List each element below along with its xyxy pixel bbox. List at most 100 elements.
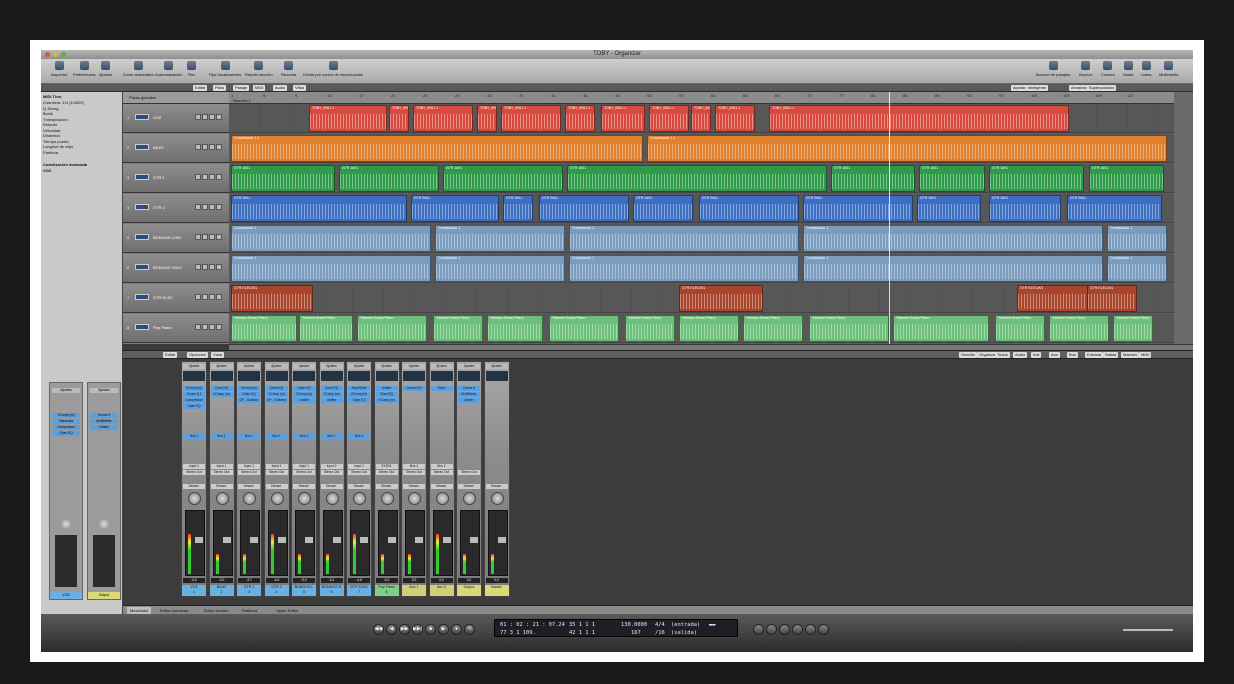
track-header-pop-piano[interactable]: 8 Pop Piano (123, 314, 229, 343)
fader-cap[interactable] (497, 537, 506, 543)
input-slot[interactable]: Input 1 (210, 464, 233, 469)
input-button[interactable] (216, 204, 222, 210)
toolbar-button[interactable]: Repetir sección (245, 61, 273, 77)
mixer-menu[interactable]: Editar (163, 352, 178, 358)
input-slot[interactable]: Input 1 (265, 464, 288, 469)
region[interactable]: GTR 2#01 (699, 195, 799, 222)
region[interactable]: Compilación 1 (435, 225, 565, 252)
solo-button[interactable] (202, 264, 208, 270)
plugin-slot[interactable]: Ozone 5.1 (183, 392, 205, 397)
region[interactable]: Yamaha Grand Piano (487, 315, 543, 342)
mute-button[interactable] (195, 144, 201, 150)
solo-button[interactable] (202, 144, 208, 150)
plugin-slot[interactable]: Compressor (183, 398, 205, 403)
eq-thumbnail[interactable] (265, 371, 288, 381)
metronome-icon[interactable] (766, 624, 777, 635)
setting-button[interactable]: Ajustes (210, 364, 233, 369)
input-slot[interactable]: Input 2 (320, 464, 343, 469)
toolbar-button[interactable]: Fijar localizadores (209, 61, 241, 77)
region[interactable]: Yamaha Grand Piano (549, 315, 619, 342)
plugin-slot[interactable]: GP - Guitarra (265, 398, 288, 403)
lcd-display[interactable]: 01 : 02 : 21 : 07.24 77 3 1 109. 35 1 1 … (494, 619, 738, 637)
plugin-slot[interactable]: Limiter (320, 398, 343, 403)
tab-3[interactable]: Partitura (239, 607, 260, 614)
plugin-slot[interactable]: Chan EQ (293, 386, 315, 391)
region[interactable]: GTR 2#01 (231, 195, 407, 222)
toolbar-button[interactable]: Colores (1101, 61, 1115, 77)
track-lane[interactable]: GTR 2#01 GTR 2#01 GTR 2#01 GTR 2#01 GTR 2#01… (229, 194, 1174, 223)
input-button[interactable] (216, 294, 222, 300)
replace-icon[interactable] (792, 624, 803, 635)
region[interactable]: TOBY_0001.1 (649, 105, 689, 132)
track-name[interactable]: BONGOS HIGH (153, 265, 182, 270)
track-header-gtr-2[interactable]: 4 GTR 2 (123, 194, 229, 223)
toolbar-button[interactable]: Bounce (1079, 61, 1093, 77)
track-lane[interactable]: TOBY_0001.1 TOBY_0001.1 TOBY_0001.1 TOBY_00… (229, 104, 1174, 133)
automation-mode[interactable]: Desact. (430, 484, 453, 489)
region[interactable]: GTR 1#01 (231, 165, 335, 192)
region[interactable]: Yamaha Grand Piano (433, 315, 483, 342)
playhead[interactable] (889, 92, 890, 344)
arrange-lanes[interactable]: TOBY_0001.1 TOBY_0001.1 TOBY_0001.1 TOBY_00… (229, 104, 1174, 344)
eq-thumbnail[interactable] (210, 371, 233, 381)
setting-button[interactable]: Ajustes (430, 364, 453, 369)
eq-thumbnail[interactable] (403, 371, 425, 381)
plugin-slot[interactable]: Ganancia (52, 419, 80, 424)
vertical-scrollbar[interactable] (1174, 92, 1193, 344)
input-slot[interactable]: Input 1 (348, 464, 370, 469)
inspector-param[interactable]: Longitud de clips (43, 144, 73, 149)
output-slot[interactable]: Stereo Out (183, 470, 205, 475)
volume-value[interactable]: 0,0 (458, 578, 480, 583)
pan-knob[interactable] (380, 492, 394, 505)
mixer-filter[interactable]: Todos (995, 352, 1010, 358)
region[interactable]: GTR ELEC#01 (679, 285, 763, 312)
eq-thumbnail[interactable] (293, 371, 315, 381)
pan-knob[interactable] (215, 492, 229, 505)
plugin-slot[interactable]: VComp (m) (348, 392, 370, 397)
plugin-slot[interactable]: Compressor (52, 425, 80, 430)
menu-2[interactable]: Pasaje (233, 85, 250, 91)
mixer-filter[interactable]: Aux (1049, 352, 1060, 358)
region[interactable]: Compilación 1 (435, 255, 565, 282)
solo-button[interactable] (202, 294, 208, 300)
eq-thumbnail[interactable] (183, 371, 205, 381)
automation-mode[interactable]: Desact. (238, 484, 260, 489)
toolbar-button[interactable]: Ajustes (99, 61, 112, 77)
plugin-slot[interactable]: VComp (m) (52, 413, 80, 418)
plugin-slot[interactable]: Limiter (375, 386, 398, 391)
solo-button[interactable] (202, 234, 208, 240)
fader-cap[interactable] (305, 537, 313, 543)
inspector-param[interactable]: Tiempo puerta (43, 139, 69, 144)
toolbar-button[interactable]: Multimedia (1159, 61, 1178, 77)
plugin-slot[interactable]: VComp (m) (293, 392, 315, 397)
toolbar-button[interactable]: Preferencias (73, 61, 95, 77)
fader-cap[interactable] (415, 537, 423, 543)
stop-icon[interactable]: ■ (425, 624, 436, 635)
mixer-filter[interactable]: Sencillo (959, 352, 978, 358)
punch-icon[interactable] (805, 624, 816, 635)
region[interactable]: GTR 2#01 (411, 195, 499, 222)
plugin-slot[interactable]: MultiMeter (458, 392, 480, 397)
inspector-title[interactable]: MIDI Thru (43, 94, 61, 99)
plugin-slot[interactable]: Chan EQ (320, 386, 343, 391)
input-slot[interactable]: EXS24 (375, 464, 398, 469)
eq-thumbnail[interactable] (458, 371, 480, 381)
automation-mode[interactable]: Desact. (348, 484, 370, 489)
region[interactable]: GTR 1#01 (443, 165, 563, 192)
record-button[interactable] (209, 324, 215, 330)
send-slot[interactable]: Bus 1 (210, 434, 233, 439)
plugin-slot[interactable]: Chan EQ (183, 404, 205, 409)
plugin-slot[interactable]: MultiMeter (90, 419, 118, 424)
region[interactable]: TOBY_0001.1 (691, 105, 711, 132)
skip-icon[interactable]: ▶▶| (412, 624, 423, 635)
track-header-bongos-high[interactable]: 6 BONGOS HIGH (123, 254, 229, 283)
fader-cap[interactable] (470, 537, 478, 543)
track-header-bajo[interactable]: 2 BAJO (123, 134, 229, 163)
output-slot[interactable]: Stereo Out (265, 470, 288, 475)
plugin-slot[interactable]: Limiter (293, 398, 315, 403)
fader-cap[interactable] (360, 537, 368, 543)
mute-button[interactable] (195, 114, 201, 120)
toolbar-button[interactable]: Automatización (155, 61, 182, 77)
toolbar-button[interactable]: Bounce de pasajes (1036, 61, 1070, 77)
region[interactable]: Yamaha Grand Piano (299, 315, 353, 342)
